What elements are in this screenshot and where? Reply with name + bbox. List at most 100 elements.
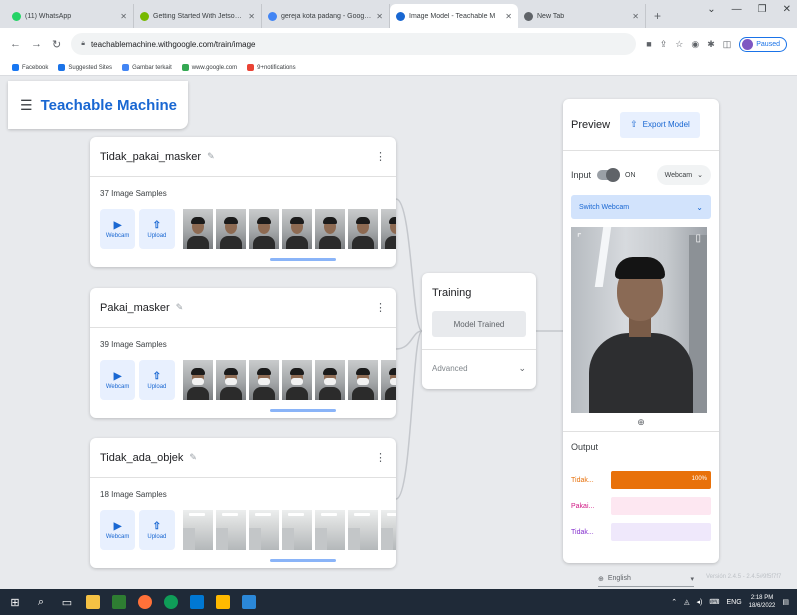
maximize-icon[interactable]: ❐ — [758, 4, 767, 15]
sample-thumbnail[interactable] — [248, 510, 279, 550]
upload-button[interactable]: ⇧ Upload — [139, 360, 175, 400]
sample-thumbnails[interactable] — [182, 209, 396, 249]
close-tab-icon[interactable]: ✕ — [120, 12, 127, 21]
close-tab-icon[interactable]: ✕ — [505, 12, 512, 21]
sample-thumbnails[interactable] — [182, 510, 396, 550]
camera-permission-icon[interactable]: ■ — [646, 39, 651, 49]
upload-button[interactable]: ⇧ Upload — [139, 209, 175, 249]
close-window-icon[interactable]: ✕ — [783, 4, 791, 15]
task-view-icon[interactable]: ▭ — [60, 595, 74, 609]
browser-tab[interactable]: gereja kota padang - Google Se ✕ — [262, 4, 390, 28]
sample-thumbnail[interactable] — [182, 510, 213, 550]
sample-thumbnail[interactable] — [347, 360, 378, 400]
export-model-button[interactable]: ⇧ Export Model — [620, 111, 700, 138]
sample-thumbnail[interactable] — [182, 209, 213, 249]
class-name[interactable]: Tidak_ada_objek — [100, 452, 183, 464]
reload-icon[interactable]: ↻ — [52, 38, 61, 51]
windows-start-icon[interactable]: ⊞ — [8, 595, 22, 609]
back-icon[interactable]: ← — [10, 38, 21, 50]
class-name[interactable]: Tidak_pakai_masker — [100, 151, 201, 163]
chrome-icon[interactable] — [164, 595, 178, 609]
input-source-select[interactable]: Webcam ⌄ — [656, 165, 711, 185]
clock[interactable]: 2:18 PM 18/6/2022 — [749, 594, 776, 610]
share-icon[interactable]: ⇪ — [660, 39, 668, 50]
sample-thumbnail[interactable] — [248, 360, 279, 400]
profile-button[interactable]: Paused — [739, 36, 787, 52]
extension-icon[interactable]: ◉ — [691, 39, 699, 50]
sample-thumbnail[interactable] — [182, 360, 213, 400]
browser-tab[interactable]: Getting Started With Jetson Nan ✕ — [134, 4, 262, 28]
sample-thumbnail[interactable] — [314, 510, 345, 550]
search-icon[interactable]: ⌕ — [34, 595, 48, 609]
sidepanel-icon[interactable]: ◫ — [723, 39, 732, 50]
edit-pencil-icon[interactable]: ✎ — [207, 151, 215, 162]
webcam-button[interactable]: ▶ Webcam — [100, 510, 136, 550]
bookmark-item[interactable]: www.google.com — [181, 64, 237, 71]
app-title[interactable]: Teachable Machine — [41, 97, 177, 114]
sample-thumbnail[interactable] — [314, 209, 345, 249]
sample-thumbnail[interactable] — [347, 209, 378, 249]
store-icon[interactable] — [190, 595, 204, 609]
switch-webcam-select[interactable]: Switch Webcam ⌄ — [571, 195, 711, 219]
sample-thumbnail[interactable] — [248, 209, 279, 249]
flip-camera-icon[interactable]: ⌜ — [577, 233, 582, 244]
drag-handle-icon[interactable]: ⊕ — [563, 417, 719, 431]
bookmark-star-icon[interactable]: ☆ — [675, 39, 683, 50]
scroll-indicator[interactable] — [270, 409, 336, 412]
edit-pencil-icon[interactable]: ✎ — [189, 452, 197, 463]
browser-tab[interactable]: New Tab ✕ — [518, 4, 646, 28]
sample-thumbnail[interactable] — [281, 510, 312, 550]
language-select[interactable]: ⊕ English ▾ — [598, 571, 694, 587]
more-options-icon[interactable]: ⋮ — [375, 301, 386, 314]
bookmark-item[interactable]: Facebook — [12, 64, 48, 71]
new-tab-button[interactable]: + — [646, 4, 669, 28]
tab-search-icon[interactable]: ⌄ — [707, 4, 715, 15]
notification-icon[interactable]: ▤ — [782, 598, 789, 606]
file-explorer-icon[interactable] — [216, 595, 230, 609]
sample-thumbnails[interactable] — [182, 360, 396, 400]
bookmark-item[interactable]: Gambar terkait — [122, 64, 172, 71]
minimize-icon[interactable]: — — [732, 4, 742, 15]
sample-thumbnail[interactable] — [215, 209, 246, 249]
input-toggle[interactable] — [597, 168, 621, 182]
more-options-icon[interactable]: ⋮ — [375, 150, 386, 163]
train-model-button[interactable]: Model Trained — [432, 311, 526, 337]
lock-icon[interactable]: 🔒︎ — [81, 40, 85, 48]
sample-thumbnail[interactable] — [215, 360, 246, 400]
app-icon[interactable] — [112, 595, 126, 609]
close-tab-icon[interactable]: ✕ — [248, 12, 255, 21]
settings-app-icon[interactable] — [242, 595, 256, 609]
edit-pencil-icon[interactable]: ✎ — [176, 302, 184, 313]
close-tab-icon[interactable]: ✕ — [632, 12, 639, 21]
volume-icon[interactable]: ◂) — [697, 598, 703, 606]
keyboard-icon[interactable]: ⌨ — [709, 598, 719, 606]
sample-thumbnail[interactable] — [314, 360, 345, 400]
browser-tab-active[interactable]: Image Model - Teachable M ✕ — [390, 4, 518, 28]
network-icon[interactable]: ◬ — [684, 598, 689, 606]
firefox-icon[interactable] — [138, 595, 152, 609]
scroll-indicator[interactable] — [270, 559, 336, 562]
sample-thumbnail[interactable] — [380, 209, 396, 249]
sample-thumbnail[interactable] — [380, 360, 396, 400]
language-indicator[interactable]: ENG — [727, 599, 742, 606]
sample-thumbnail[interactable] — [281, 209, 312, 249]
more-options-icon[interactable]: ⋮ — [375, 451, 386, 464]
webcam-button[interactable]: ▶ Webcam — [100, 360, 136, 400]
bookmark-item[interactable]: 9+notifications — [247, 64, 296, 71]
sample-thumbnail[interactable] — [281, 360, 312, 400]
class-name[interactable]: Pakai_masker — [100, 302, 170, 314]
sample-thumbnail[interactable] — [380, 510, 396, 550]
sample-thumbnail[interactable] — [215, 510, 246, 550]
forward-icon[interactable]: → — [31, 38, 42, 50]
webcam-button[interactable]: ▶ Webcam — [100, 209, 136, 249]
upload-button[interactable]: ⇧ Upload — [139, 510, 175, 550]
lock-app-icon[interactable] — [86, 595, 100, 609]
scroll-indicator[interactable] — [270, 258, 336, 261]
fullscreen-icon[interactable]: ▯ — [695, 233, 701, 244]
puzzle-icon[interactable]: ✱ — [707, 39, 715, 50]
advanced-toggle[interactable]: Advanced ⌄ — [422, 349, 536, 387]
bookmark-item[interactable]: Suggested Sites — [58, 64, 112, 71]
close-tab-icon[interactable]: ✕ — [376, 12, 383, 21]
tray-chevron-icon[interactable]: ⌃ — [671, 598, 677, 606]
browser-tab[interactable]: (11) WhatsApp ✕ — [6, 4, 134, 28]
